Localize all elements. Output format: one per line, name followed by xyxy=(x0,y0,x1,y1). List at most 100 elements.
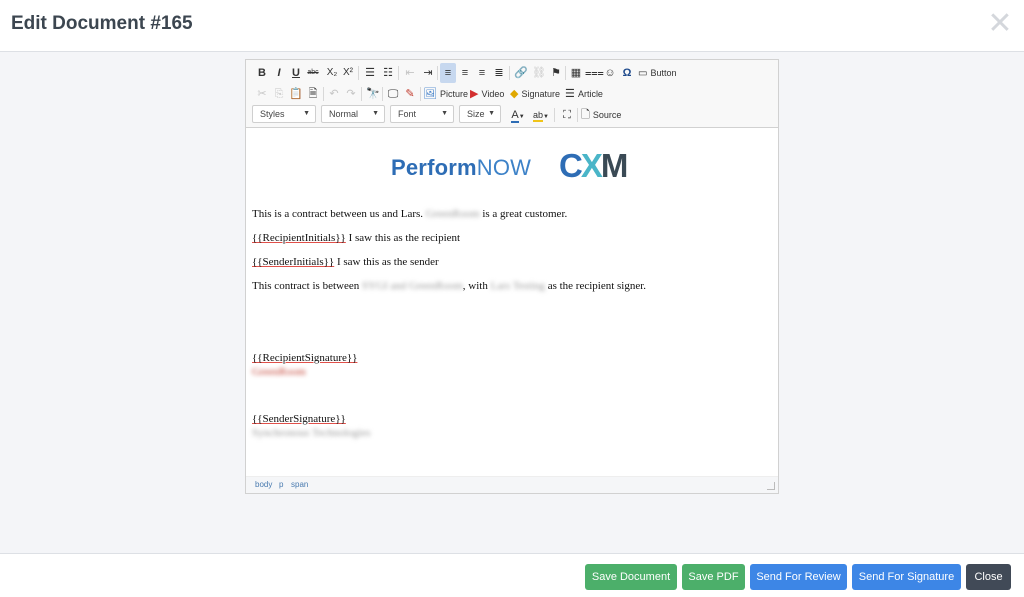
superscript-icon[interactable]: X² xyxy=(340,63,356,83)
smiley-icon[interactable]: ☺ xyxy=(602,63,618,83)
anchor-icon[interactable]: ⚑ xyxy=(548,63,564,83)
picture-icon: 🖼 xyxy=(423,88,437,100)
paragraph-3: {{SenderInitials}} I saw this as the sen… xyxy=(252,256,439,268)
underline-icon[interactable]: U xyxy=(288,63,304,83)
logo-part-2: NOW xyxy=(476,155,532,180)
paragraph-text: I saw this as the recipient xyxy=(348,232,461,244)
comment-icon[interactable]: 🖵 xyxy=(385,84,401,104)
company-logo: PerformNOW CXM xyxy=(391,147,641,184)
paragraph-text: is a great customer. xyxy=(482,208,568,220)
editor-toolbar: B I U abc X₂ X² ☰ ☷ ⇤ ⇥ ≡ ≡ ≡ ≣ 🔗 ⛓ ⚑ ▦ … xyxy=(246,60,778,128)
redacted-text: SYGI and GreenRoom xyxy=(361,280,463,292)
paragraph-text: , with xyxy=(462,280,488,292)
breadcrumb-span[interactable]: span xyxy=(291,480,308,489)
save-pdf-button[interactable]: Save PDF xyxy=(682,564,745,590)
article-tool-label: Article xyxy=(577,89,603,99)
redacted-text: GreenRoom xyxy=(252,366,306,378)
insert-video-tool[interactable]: ▶ Video xyxy=(470,84,504,104)
font-dropdown[interactable]: Font ▼ xyxy=(390,105,454,123)
chevron-down-icon: ▼ xyxy=(372,110,379,117)
rich-text-editor: B I U abc X₂ X² ☰ ☷ ⇤ ⇥ ≡ ≡ ≡ ≣ 🔗 ⛓ ⚑ ▦ … xyxy=(245,59,779,494)
remove-format-icon[interactable]: ✎ xyxy=(402,84,418,104)
decrease-indent-icon[interactable]: ⇤ xyxy=(402,63,418,83)
close-button[interactable]: Close xyxy=(966,564,1011,590)
format-dropdown[interactable]: Normal ▼ xyxy=(321,105,385,123)
redo-icon[interactable]: ↷ xyxy=(343,84,359,104)
styles-dropdown[interactable]: Styles ▼ xyxy=(252,105,316,123)
modal-title: Edit Document #165 xyxy=(11,13,193,34)
source-tool-label: Source xyxy=(592,110,622,120)
chevron-down-icon: ▼ xyxy=(543,114,549,120)
send-for-signature-button[interactable]: Send For Signature xyxy=(852,564,961,590)
template-variable: {{SenderSignature}} xyxy=(252,413,346,425)
template-variable: {{SenderInitials}} xyxy=(252,256,335,268)
insert-button-tool[interactable]: ▭ Button xyxy=(638,63,677,83)
font-dropdown-value: Font xyxy=(398,109,417,119)
source-tool[interactable]: 🗋 Source xyxy=(581,105,621,125)
paragraph-4: This contract is between SYGI and GreenR… xyxy=(252,280,646,292)
unlink-icon[interactable]: ⛓ xyxy=(531,63,547,83)
toolbar-separator xyxy=(361,87,362,101)
redacted-text: Lars Testing xyxy=(490,280,545,292)
breadcrumb-p[interactable]: p xyxy=(279,480,283,489)
paragraph-text: as the recipient signer. xyxy=(547,280,647,292)
subscript-icon[interactable]: X₂ xyxy=(324,63,340,83)
bulleted-list-icon[interactable]: ☷ xyxy=(380,63,396,83)
save-document-button[interactable]: Save Document xyxy=(585,564,677,590)
special-character-icon[interactable]: Ω xyxy=(619,63,635,83)
logo-part-1: Perform xyxy=(391,155,477,180)
send-for-review-button[interactable]: Send For Review xyxy=(750,564,847,590)
logo-letter-x: X xyxy=(580,147,603,184)
toolbar-separator xyxy=(565,66,566,80)
redacted-text: Synchronous Technologies xyxy=(252,427,371,439)
justify-icon[interactable]: ≣ xyxy=(491,63,507,83)
picture-tool-label: Picture xyxy=(440,89,469,99)
size-dropdown[interactable]: Size ▼ xyxy=(459,105,501,123)
sender-name: Synchronous Technologies xyxy=(252,427,371,439)
breadcrumb-body[interactable]: body xyxy=(255,480,272,489)
italic-icon[interactable]: I xyxy=(271,63,287,83)
insert-article-tool[interactable]: ☰ Article xyxy=(565,84,603,104)
paste-icon[interactable]: 📋 xyxy=(288,84,304,104)
toolbar-separator xyxy=(554,108,555,122)
insert-signature-tool[interactable]: ◆ Signature xyxy=(510,84,560,104)
close-icon[interactable]: ✕ xyxy=(986,9,1014,39)
redacted-text: GreenRoom xyxy=(425,208,480,220)
align-center-icon[interactable]: ≡ xyxy=(457,63,473,83)
modal-body: B I U abc X₂ X² ☰ ☷ ⇤ ⇥ ≡ ≡ ≡ ≣ 🔗 ⛓ ⚑ ▦ … xyxy=(0,53,1024,553)
logo-letter-c: C xyxy=(559,147,583,184)
sender-signature-block: {{SenderSignature}} xyxy=(252,413,346,425)
copy-icon[interactable]: ⎘ xyxy=(271,84,287,104)
undo-icon[interactable]: ↶ xyxy=(326,84,342,104)
maximize-icon[interactable]: ⛶ xyxy=(559,105,575,125)
text-color-tool[interactable]: A▼ xyxy=(508,105,528,125)
find-icon[interactable]: 🔭 xyxy=(365,84,381,104)
resize-handle-icon[interactable] xyxy=(767,482,775,490)
numbered-list-icon[interactable]: ☰ xyxy=(362,63,378,83)
toolbar-separator xyxy=(382,87,383,101)
chevron-down-icon: ▼ xyxy=(303,110,310,117)
link-icon[interactable]: 🔗 xyxy=(513,63,529,83)
paragraph-text: I saw this as the sender xyxy=(336,256,439,268)
template-variable: {{RecipientInitials}} xyxy=(252,232,346,244)
editor-content[interactable]: PerformNOW CXM This is a contract betwee… xyxy=(246,129,778,476)
bold-icon[interactable]: B xyxy=(254,63,270,83)
recipient-signature-block: {{RecipientSignature}} xyxy=(252,352,357,364)
toolbar-separator xyxy=(358,66,359,80)
strikethrough-icon[interactable]: abc xyxy=(305,63,321,83)
modal-header: Edit Document #165 ✕ xyxy=(0,0,1024,52)
align-right-icon[interactable]: ≡ xyxy=(474,63,490,83)
chevron-down-icon: ▼ xyxy=(441,110,448,117)
cut-icon[interactable]: ✂ xyxy=(254,84,270,104)
button-tool-label: Button xyxy=(650,68,677,78)
table-icon[interactable]: ▦ xyxy=(568,63,584,83)
chevron-down-icon: ▼ xyxy=(518,114,525,120)
background-color-tool[interactable]: ab▼ xyxy=(531,105,551,125)
insert-picture-tool[interactable]: 🖼 Picture xyxy=(423,84,468,104)
align-left-icon[interactable]: ≡ xyxy=(440,63,456,83)
paste-text-icon[interactable]: 🗎 xyxy=(305,84,321,104)
format-dropdown-value: Normal xyxy=(329,109,359,119)
editor-statusbar: body p span xyxy=(246,476,778,493)
increase-indent-icon[interactable]: ⇥ xyxy=(420,63,436,83)
recipient-name: GreenRoom xyxy=(252,366,306,378)
